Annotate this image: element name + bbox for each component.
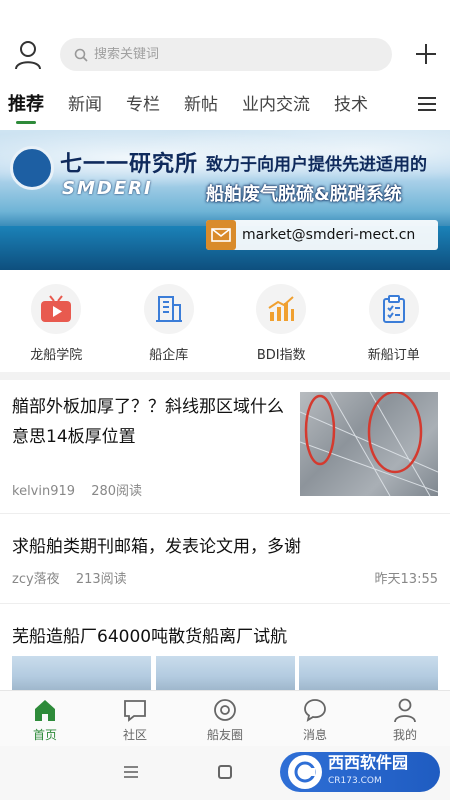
article-reads: 280阅读 (91, 484, 143, 499)
nav-community[interactable]: 社区 (95, 691, 175, 746)
quick-link-label: 船企库 (149, 348, 189, 363)
quick-links: 龙船学院 船企库 BDI指数 新船订单 (0, 284, 450, 370)
quick-link-academy[interactable]: 龙船学院 (6, 284, 106, 370)
banner-tagline-2: 船舶废气脱硫&脱硝系统 (206, 184, 402, 205)
article-image (299, 656, 438, 690)
article-author: zcy落夜 (12, 572, 60, 587)
quick-link-label: BDI指数 (256, 348, 306, 363)
nav-label: 我的 (392, 728, 417, 742)
quick-link-orders[interactable]: 新船订单 (344, 284, 444, 370)
category-tabs: 推荐 新闻 专栏 新帖 业内交流 技术 (0, 82, 450, 128)
nav-label: 消息 (302, 728, 327, 742)
quick-link-bdi[interactable]: BDI指数 (231, 284, 331, 370)
tab-recommend[interactable]: 推荐 (8, 82, 44, 128)
article-image (155, 656, 295, 690)
banner-email: market@smderi-mect.cn (206, 220, 438, 250)
home-icon (35, 700, 55, 721)
tab-tech[interactable]: 技术 (334, 82, 368, 128)
message-icon (304, 699, 326, 722)
tab-industry[interactable]: 业内交流 (242, 82, 310, 128)
article-thumbnail (300, 392, 438, 496)
article-author: kelvin919 (12, 484, 76, 499)
banner-org-en: SMDERI (62, 178, 153, 199)
article-meta: kelvin919 280阅读 (12, 480, 154, 499)
user-icon[interactable] (14, 40, 42, 70)
ad-banner[interactable]: 七一一研究所 SMDERI 致力于向用户提供先进适用的 船舶废气脱硫&脱硝系统 … (0, 130, 450, 270)
clipboard-icon (382, 295, 405, 323)
bar-chart-icon (268, 296, 295, 321)
article-item[interactable]: 芜船造船厂64000吨散货船离厂试航 (0, 604, 450, 690)
article-time: 昨天13:55 (374, 572, 438, 587)
search-input[interactable] (94, 47, 374, 62)
quick-link-shipyards[interactable]: 船企库 (119, 284, 219, 370)
mail-icon (206, 220, 236, 250)
quick-link-label: 新船订单 (367, 348, 420, 363)
article-title: 求船舶类期刊邮箱，发表论文用，多谢 (12, 537, 301, 557)
nav-label: 船友圈 (206, 728, 243, 742)
menu-icon[interactable] (418, 96, 436, 112)
article-item[interactable]: 艏部外板加厚了？？斜线那区域什么意思14板厚位置 kelvin919 280阅读 (0, 380, 450, 514)
article-reads: 213阅读 (75, 572, 127, 587)
article-meta: zcy落夜 213阅读 (12, 568, 139, 587)
top-header (0, 0, 450, 82)
tab-fade (370, 82, 420, 128)
community-icon (124, 700, 146, 722)
article-title: 艏部外板加厚了？？斜线那区域什么意思14板厚位置 (12, 397, 284, 447)
watermark-icon (288, 755, 322, 789)
building-icon (155, 296, 182, 322)
tab-new-posts[interactable]: 新帖 (184, 82, 218, 128)
article-item[interactable]: 求船舶类期刊邮箱，发表论文用，多谢 zcy落夜 213阅读 昨天13:55 (0, 514, 450, 604)
nav-home[interactable]: 首页 (5, 691, 85, 746)
nav-profile[interactable]: 我的 (365, 691, 445, 746)
system-home-button[interactable] (218, 765, 232, 779)
nav-label: 社区 (122, 728, 147, 742)
tv-icon (41, 295, 72, 322)
tab-column[interactable]: 专栏 (126, 82, 160, 128)
search-icon (74, 48, 88, 62)
banner-tagline-1: 致力于向用户提供先进适用的 (206, 155, 427, 175)
article-image (12, 656, 151, 690)
org-logo (10, 146, 54, 190)
search-bar[interactable] (60, 38, 392, 71)
article-images (12, 656, 438, 690)
tab-news[interactable]: 新闻 (68, 82, 102, 128)
profile-icon (394, 698, 416, 723)
system-nav-bar: 西西软件园 CR173.COM (0, 746, 450, 800)
article-title: 芜船造船厂64000吨散货船离厂试航 (12, 627, 288, 647)
bottom-nav: 首页 社区 船友圈 消息 我的 (0, 690, 450, 746)
watermark-text: 西西软件园 CR173.COM (328, 753, 409, 787)
banner-org-name: 七一一研究所 (60, 152, 199, 177)
nav-label: 首页 (32, 728, 57, 742)
nav-circle[interactable]: 船友圈 (185, 691, 265, 746)
system-menu-icon[interactable] (124, 766, 138, 778)
plus-icon[interactable] (414, 42, 438, 66)
email-text: market@smderi-mect.cn (242, 227, 416, 243)
circle-icon (214, 699, 236, 721)
section-divider (0, 372, 450, 380)
nav-messages[interactable]: 消息 (275, 691, 355, 746)
watermark-logo: 西西软件园 CR173.COM (280, 752, 440, 792)
quick-link-label: 龙船学院 (30, 348, 83, 363)
